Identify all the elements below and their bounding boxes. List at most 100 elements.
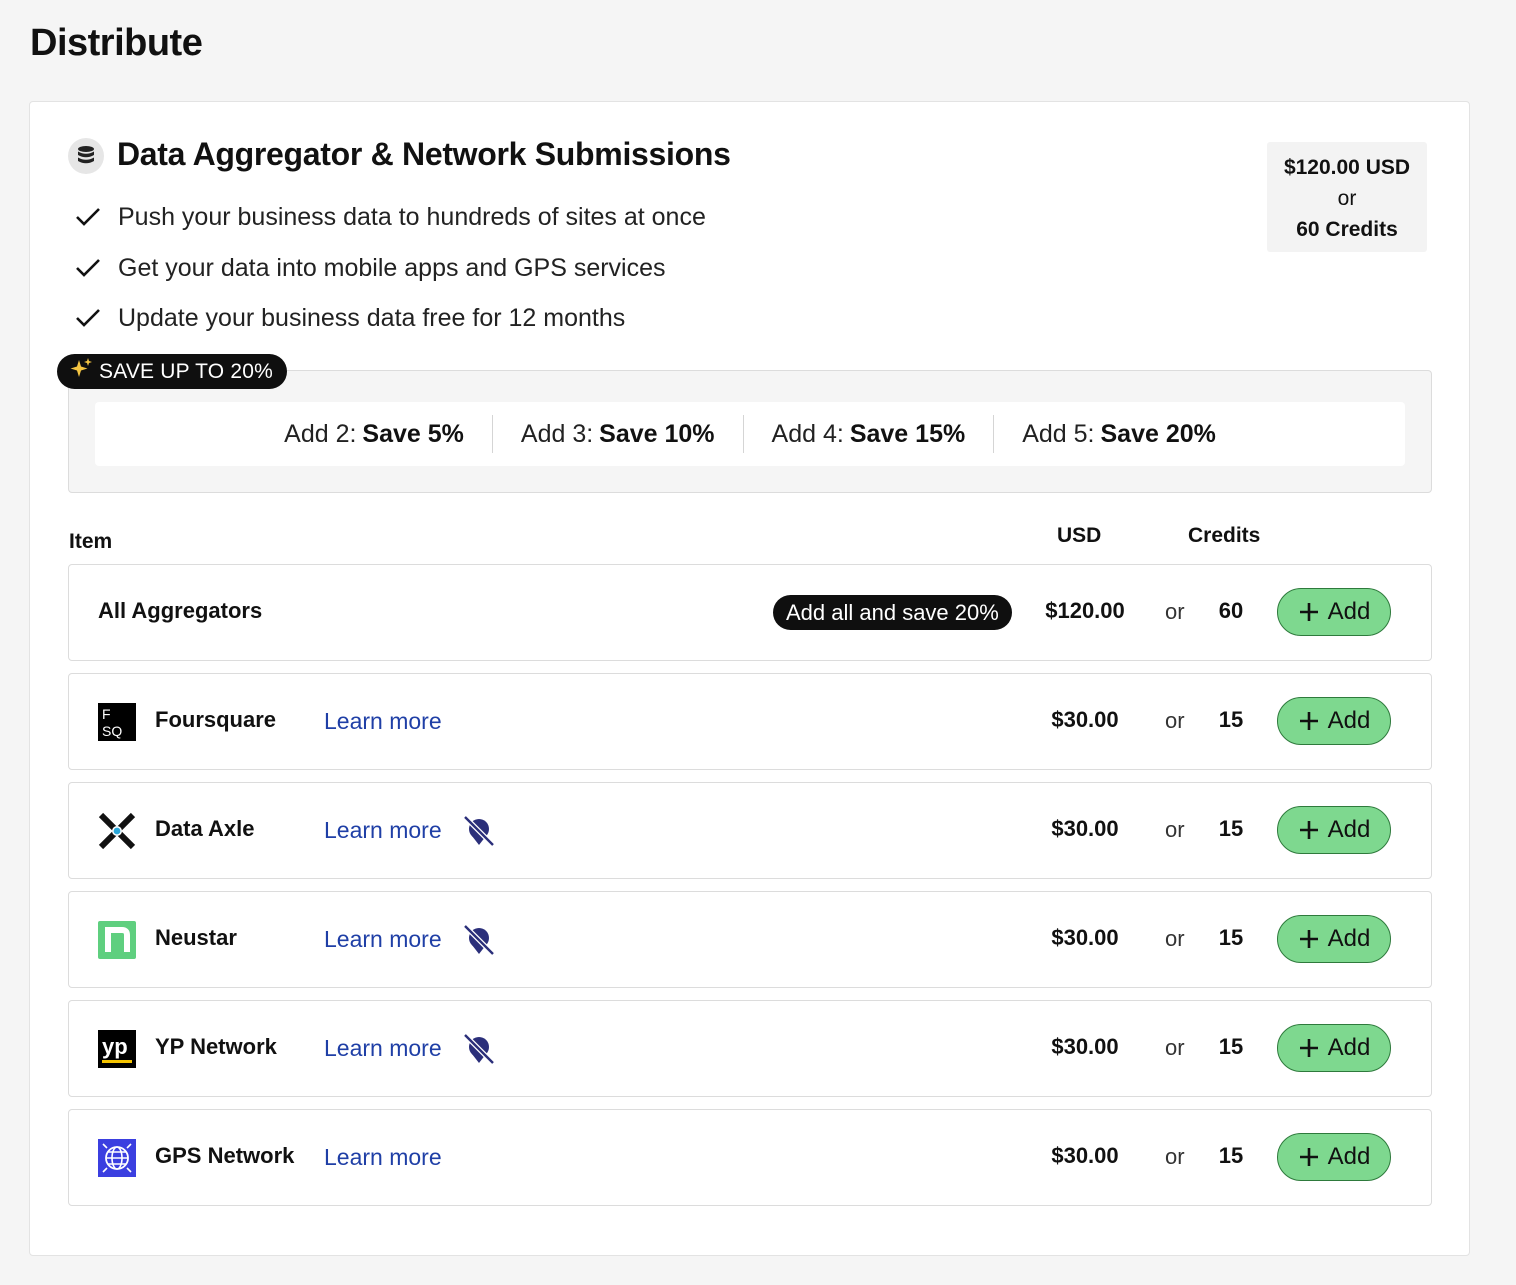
row-usd: $30.00 [1051, 925, 1119, 950]
row-name: All Aggregators [98, 598, 263, 623]
row-name: YP Network [155, 1034, 277, 1059]
save-badge: SAVE UP TO 20% [57, 354, 287, 389]
tier-label: Add 3: [520, 419, 594, 448]
plus-icon [1299, 712, 1318, 730]
row-usd: $30.00 [1051, 1143, 1119, 1168]
row-or: or [1165, 599, 1185, 624]
aggregator-row-yp-network: yp YP Network Learn more $30.00 or 15 Ad… [68, 1000, 1432, 1097]
add-button[interactable]: Add [1277, 915, 1391, 963]
tier-label: Add 4: [771, 419, 844, 448]
section-title: Data Aggregator & Network Submissions [117, 136, 731, 172]
feature-text: Push your business data to hundreds of s… [118, 202, 706, 231]
row-credits: 15 [1218, 816, 1244, 841]
row-usd: $30.00 [1051, 1034, 1119, 1059]
feature-item: Update your business data free for 12 mo… [73, 303, 625, 333]
price-summary: $120.00 USD or 60 Credits [1267, 142, 1427, 252]
row-usd: $120.00 [1045, 598, 1125, 623]
savings-tiers: Add 2: Save 5% Add 3: Save 10% Add 4: Save … [95, 402, 1405, 466]
all-aggregators-row: All Aggregators Add all and save 20% $12… [68, 564, 1432, 661]
check-icon [73, 303, 103, 333]
tier-value: Save 10% [599, 419, 715, 448]
tier-label: Add 5: [1022, 419, 1095, 448]
learn-more-link[interactable]: Learn more [324, 817, 442, 844]
location-off-icon [461, 814, 497, 848]
add-button[interactable]: Add [1277, 806, 1391, 854]
save-badge-text: SAVE UP TO 20% [99, 359, 273, 383]
add-button[interactable]: Add [1277, 1024, 1391, 1072]
add-label: Add [1327, 925, 1371, 952]
add-button[interactable]: Add [1277, 697, 1391, 745]
row-usd: $30.00 [1051, 816, 1119, 841]
row-name: Neustar [155, 925, 237, 950]
row-or: or [1165, 1035, 1185, 1060]
location-off-icon [461, 1032, 497, 1066]
aggregator-row-foursquare: F SQ Foursquare Learn more $30.00 or 15 A… [68, 673, 1432, 770]
learn-more-link[interactable]: Learn more [324, 1144, 442, 1171]
feature-text: Update your business data free for 12 mo… [118, 303, 626, 332]
add-label: Add [1327, 598, 1371, 625]
row-or: or [1165, 817, 1185, 842]
feature-text: Get your data into mobile apps and GPS s… [118, 253, 666, 282]
row-credits: 15 [1218, 925, 1244, 950]
row-or: or [1165, 926, 1185, 951]
aggregator-row-data-axle: Data Axle Learn more $30.00 or 15 Add [68, 782, 1432, 879]
feature-item: Get your data into mobile apps and GPS s… [73, 253, 666, 283]
database-icon [68, 138, 104, 174]
yp-logo: yp [98, 1030, 136, 1068]
row-credits: 15 [1218, 1143, 1244, 1168]
add-label: Add [1327, 816, 1371, 843]
add-button[interactable]: Add [1277, 1133, 1391, 1181]
plus-icon [1299, 1039, 1318, 1057]
price-or: or [1337, 187, 1357, 210]
savings-tier: Add 4: Save 15% [742, 415, 994, 453]
svg-text:SQ: SQ [102, 723, 122, 739]
neustar-logo [98, 921, 136, 959]
feature-item: Push your business data to hundreds of s… [73, 202, 706, 232]
plus-icon [1299, 603, 1318, 621]
add-label: Add [1327, 707, 1371, 734]
aggregator-row-gps-network: GPS Network Learn more $30.00 or 15 Add [68, 1109, 1432, 1206]
plus-icon [1299, 930, 1318, 948]
col-header-credits: Credits [1188, 524, 1261, 547]
add-label: Add [1327, 1034, 1371, 1061]
price-usd: $120.00 USD [1283, 156, 1411, 179]
add-all-save-badge: Add all and save 20% [773, 595, 1012, 630]
col-header-usd: USD [1057, 524, 1102, 547]
add-all-button[interactable]: Add [1277, 588, 1391, 636]
location-off-icon [461, 923, 497, 957]
tier-label: Add 2: [284, 419, 357, 448]
data-axle-logo [98, 812, 136, 850]
row-name: Foursquare [155, 707, 277, 732]
row-name: GPS Network [155, 1143, 295, 1168]
check-icon [73, 202, 103, 232]
learn-more-link[interactable]: Learn more [324, 926, 442, 953]
row-credits: 15 [1218, 1034, 1244, 1059]
row-name: Data Axle [155, 816, 255, 841]
tier-value: Save 15% [849, 419, 966, 448]
svg-text:F: F [102, 706, 111, 722]
tier-value: Save 20% [1100, 419, 1216, 448]
savings-tier: Add 5: Save 20% [993, 415, 1244, 453]
row-credits: 60 [1218, 598, 1244, 623]
price-credits: 60 Credits [1296, 218, 1398, 241]
learn-more-link[interactable]: Learn more [324, 708, 442, 735]
row-or: or [1165, 1144, 1185, 1169]
gps-globe-logo [98, 1139, 136, 1177]
plus-icon [1299, 821, 1318, 839]
savings-tier: Add 2: Save 5% [256, 415, 492, 453]
row-credits: 15 [1218, 707, 1244, 732]
foursquare-logo: F SQ [98, 703, 136, 741]
add-label: Add [1327, 1143, 1371, 1170]
tier-value: Save 5% [362, 419, 464, 448]
check-icon [73, 253, 103, 283]
plus-icon [1299, 1148, 1318, 1166]
row-or: or [1165, 708, 1185, 733]
row-usd: $30.00 [1051, 707, 1119, 732]
learn-more-link[interactable]: Learn more [324, 1035, 442, 1062]
aggregator-card: Data Aggregator & Network Submissions $1… [29, 101, 1470, 1256]
aggregator-row-neustar: Neustar Learn more $30.00 or 15 Add [68, 891, 1432, 988]
col-header-item: Item [69, 530, 113, 553]
svg-text:yp: yp [102, 1034, 128, 1059]
savings-tier: Add 3: Save 10% [491, 415, 743, 453]
page-title: Distribute [30, 22, 203, 64]
